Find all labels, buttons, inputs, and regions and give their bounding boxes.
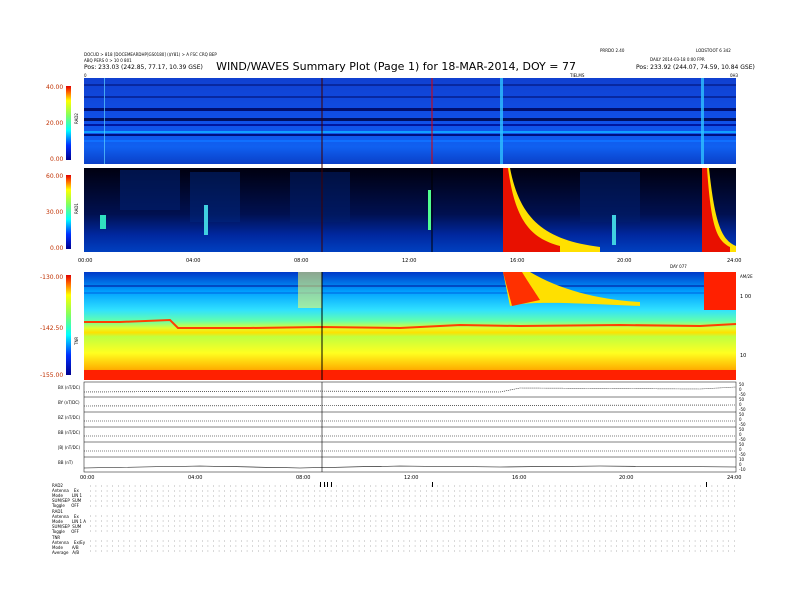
hk-row-label-3: BB (nT/DC) [58, 430, 81, 435]
time-tick-top-4: 16:00 [510, 258, 524, 264]
tnr-right-axis: AM/2E 1 00 10 [740, 274, 753, 359]
rad2-panel [84, 78, 736, 164]
time-tick-bottom-6: 24:00 [727, 475, 741, 481]
footer-row: Toggle OFF [52, 503, 79, 508]
rad1-ytick-1: 30.00 [46, 209, 63, 216]
rad2-ytick-1: 20.00 [46, 120, 63, 127]
rad1-colorbar [66, 175, 71, 249]
time-tick-bottom-4: 16:00 [512, 475, 526, 481]
rad2-ytick-2: 0.00 [50, 156, 64, 163]
rad2-ylabel: RAD2 [74, 113, 79, 124]
rad2-yticks: 40.00 20.00 0.00 [46, 84, 64, 163]
tnr-panel [84, 272, 737, 380]
hk-row-label-5: BB (nT) [58, 460, 73, 465]
time-tick-top-2: 08:00 [294, 258, 308, 264]
hk-row-label-4: |B| (nT/DC) [58, 445, 80, 450]
time-axis-day-label: DAY 077 [670, 264, 687, 269]
rad2-colorbar [66, 86, 71, 160]
time-tick-bottom-3: 12:00 [404, 475, 418, 481]
time-tick-top-3: 12:00 [402, 258, 416, 264]
footer-row: Toggle OFF [52, 529, 79, 534]
rad1-ylabel: RAD1 [74, 203, 79, 214]
rad1-yticks: 60.00 30.00 0.00 [46, 173, 64, 252]
tnr-ylabel: TNR [74, 337, 79, 346]
hk-row-label-1: BY (nT/DC) [58, 400, 80, 405]
tnr-right-tick-1: 10 [740, 353, 746, 359]
tnr-burst-2 [704, 272, 736, 310]
hk-row-label-0: BX (nT/DC) [58, 385, 81, 390]
time-axis-bottom: 00:00 04:00 08:00 12:00 16:00 20:00 24:0… [80, 475, 741, 481]
time-axis-top: 00:00 04:00 08:00 12:00 16:00 20:00 24:0… [78, 258, 741, 269]
summary-plot: RAD2 RAD1 40.00 20.00 0.00 60.00 30.00 0… [40, 78, 753, 552]
time-tick-bottom-5: 20:00 [619, 475, 633, 481]
data-gap-marks [320, 482, 707, 487]
tnr-bottom-band [84, 370, 736, 380]
tnr-right-label: AM/2E [740, 274, 753, 279]
tnr-ytick-0: -130.00 [40, 274, 63, 281]
time-tick-top-1: 04:00 [186, 258, 200, 264]
rad1-panel [84, 168, 736, 252]
rad1-ytick-0: 60.00 [46, 173, 63, 180]
housekeeping-row-labels: BX (nT/DC) BY (nT/DC) BZ (nT/DC) BB (nT/… [58, 385, 81, 465]
time-tick-top-0: 00:00 [78, 258, 92, 264]
tnr-yticks: -130.00 -142.50 -155.00 [40, 274, 63, 379]
time-tick-bottom-1: 04:00 [188, 475, 202, 481]
tnr-right-tick-0: 1 00 [740, 294, 751, 300]
footer-dot-grid [90, 485, 736, 552]
tnr-ytick-2: -155.00 [40, 372, 63, 379]
housekeeping-right-ticks: 50 0 -50 50 0 -50 50 0 -50 50 0 -50 50 0… [739, 382, 746, 472]
footer-row: Average A/B [52, 550, 80, 555]
time-tick-top-6: 24:00 [727, 258, 741, 264]
hk-row-label-2: BZ (nT/DC) [58, 415, 81, 420]
tnr-colorbar [66, 275, 71, 375]
time-tick-bottom-2: 08:00 [296, 475, 310, 481]
time-tick-top-5: 20:00 [617, 258, 631, 264]
tnr-ytick-1: -142.50 [40, 325, 63, 332]
hk-tick-17: -10 [739, 467, 746, 472]
rad1-ytick-2: 0.00 [50, 245, 64, 252]
time-tick-bottom-0: 00:00 [80, 475, 94, 481]
rad2-ytick-0: 40.00 [46, 84, 63, 91]
housekeeping-panel [83, 381, 737, 473]
